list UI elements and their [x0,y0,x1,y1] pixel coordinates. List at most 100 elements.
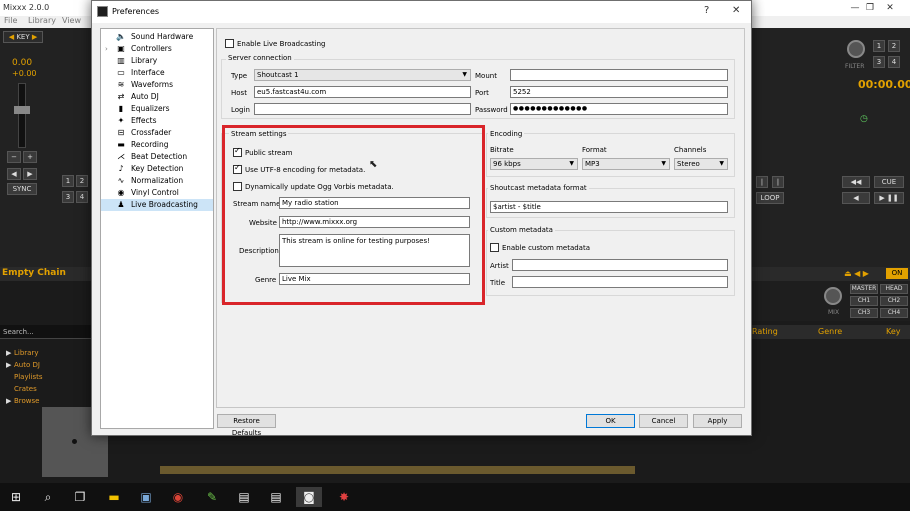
reverse-button[interactable]: ◀ [842,192,870,204]
filter-knob[interactable] [847,40,865,58]
loop-out-button[interactable]: ❘ [772,176,784,188]
tree-item-interface[interactable]: ▭ Interface [101,67,213,79]
window2-icon[interactable]: ▤ [266,487,286,507]
hotcue-1-right[interactable]: 1 [873,40,885,52]
mount-input[interactable] [510,69,728,81]
tree-item-effects[interactable]: ✦ Effects [101,115,213,127]
ch4-button[interactable]: CH4 [880,308,908,318]
tree-item-key-detection[interactable]: ♪ Key Detection [101,163,213,175]
tree-item-equalizers[interactable]: ▮ Equalizers [101,103,213,115]
bitrate-label: Bitrate [490,146,514,154]
library-item-playlists[interactable]: Playlists [6,371,43,383]
mixxx-taskbar-icon[interactable]: ◙ [296,487,322,507]
library-item-browse[interactable]: ▶ Browse [6,395,40,407]
file-explorer-icon[interactable]: ▬ [104,487,124,507]
apply-button[interactable]: Apply [693,414,742,428]
cancel-button[interactable]: Cancel [639,414,688,428]
rate-slider[interactable] [18,83,26,148]
hotcue-3-right[interactable]: 3 [873,56,885,68]
password-input[interactable]: ●●●●●●●●●●●●● [510,103,728,115]
app3-icon[interactable]: ✸ [334,487,354,507]
tree-item-controllers[interactable]: › ▣ Controllers [101,43,213,55]
ch2-button[interactable]: CH2 [880,296,908,306]
enable-broadcasting-checkbox[interactable] [225,39,234,48]
nudge-right-button[interactable]: ▶ [23,168,37,180]
hotcue-4-right[interactable]: 4 [888,56,900,68]
tree-item-beat-detection[interactable]: ⋌ Beat Detection [101,151,213,163]
login-input[interactable] [254,103,471,115]
tree-item-crossfader[interactable]: ⊟ Crossfader [101,127,213,139]
nudge-left-button[interactable]: ◀ [7,168,21,180]
shoutcast-metadata-input[interactable]: $artist - $title [490,201,728,213]
bitrate-dropdown[interactable]: 96 kbps ▼ [490,158,578,170]
rewind-button[interactable]: ◀◀ [842,176,870,188]
column-genre[interactable]: Genre [818,327,842,336]
artist-label: Artist [490,262,509,270]
rate-up-button[interactable]: + [23,151,37,163]
restore-icon[interactable]: ❐ [860,0,880,16]
menu-file[interactable]: File [4,16,17,25]
effect-on-button[interactable]: ON [886,268,908,279]
library-item-crates[interactable]: Crates [6,383,37,395]
effect-nav-icon[interactable]: ⏏ ◀ ▶ [844,269,869,278]
library-item-autodj[interactable]: ▶ Auto DJ [6,359,40,371]
ch1-button[interactable]: CH1 [850,296,878,306]
shoutcast-metadata-title: Shoutcast metadata format [488,184,589,192]
master-button[interactable]: MASTER [850,284,878,294]
cue-button[interactable]: CUE [874,176,904,188]
play-button[interactable]: ▶ ❚❚ [874,192,904,204]
dialog-titlebar: Preferences ? ✕ [92,1,751,23]
sync-button[interactable]: SYNC [7,183,37,195]
key-button[interactable]: ◀ KEY ▶ [3,31,43,43]
tree-item-sound-hardware[interactable]: 🔈 Sound Hardware [101,31,213,43]
ok-button[interactable]: OK [586,414,635,428]
chevron-down-icon: ▼ [719,160,724,167]
expand-icon[interactable]: › [105,43,108,55]
chrome-icon[interactable]: ◉ [168,487,188,507]
column-rating[interactable]: Rating [752,327,778,336]
head-button[interactable]: HEAD [880,284,908,294]
loop-button[interactable]: LOOP [756,192,784,204]
restore-defaults-button[interactable]: Restore Defaults [217,414,276,437]
tree-item-auto-dj[interactable]: ⇄ Auto DJ [101,91,213,103]
app2-icon[interactable]: ✎ [202,487,222,507]
tree-item-normalization[interactable]: ∿ Normalization [101,175,213,187]
tree-item-library[interactable]: ▥ Library [101,55,213,67]
library-item-library[interactable]: ▶ Library [6,347,38,359]
column-key[interactable]: Key [886,327,901,336]
title-input[interactable] [512,276,728,288]
close-icon[interactable]: ✕ [880,0,900,16]
search-icon[interactable]: ⌕ [38,487,58,507]
port-input[interactable]: 5252 [510,86,728,98]
tree-item-vinyl-control[interactable]: ◉ Vinyl Control [101,187,213,199]
close-button[interactable]: ✕ [732,5,740,16]
rate-slider-handle[interactable] [14,106,30,114]
artist-input[interactable] [512,259,728,271]
loop-in-button[interactable]: ❘ [756,176,768,188]
hotcue-4-left[interactable]: 4 [76,191,88,203]
custom-metadata-checkbox[interactable] [490,243,499,252]
rate-down-button[interactable]: − [7,151,21,163]
ch3-button[interactable]: CH3 [850,308,878,318]
hotcue-2-left[interactable]: 2 [76,175,88,187]
host-input[interactable]: eu5.fastcast4u.com [254,86,471,98]
tree-item-live-broadcasting[interactable]: ♟ Live Broadcasting [101,199,213,211]
library-search-input[interactable]: Search... [0,325,91,339]
menu-library[interactable]: Library [28,16,56,25]
task-view-icon[interactable]: ❐ [70,487,90,507]
hotcue-1-left[interactable]: 1 [62,175,74,187]
windows-start-icon[interactable]: ⊞ [6,487,26,507]
mix-knob[interactable] [824,287,842,305]
tree-item-recording[interactable]: ▬ Recording [101,139,213,151]
type-dropdown[interactable]: Shoutcast 1 ▼ [254,69,471,81]
app-icon[interactable]: ▣ [136,487,156,507]
channels-dropdown[interactable]: Stereo ▼ [674,158,728,170]
help-button[interactable]: ? [704,5,709,16]
hotcue-2-right[interactable]: 2 [888,40,900,52]
menu-view[interactable]: View [62,16,81,25]
library-scrollbar[interactable] [160,466,635,474]
hotcue-3-left[interactable]: 3 [62,191,74,203]
tree-item-waveforms[interactable]: ≋ Waveforms [101,79,213,91]
window1-icon[interactable]: ▤ [234,487,254,507]
format-dropdown[interactable]: MP3 ▼ [582,158,670,170]
